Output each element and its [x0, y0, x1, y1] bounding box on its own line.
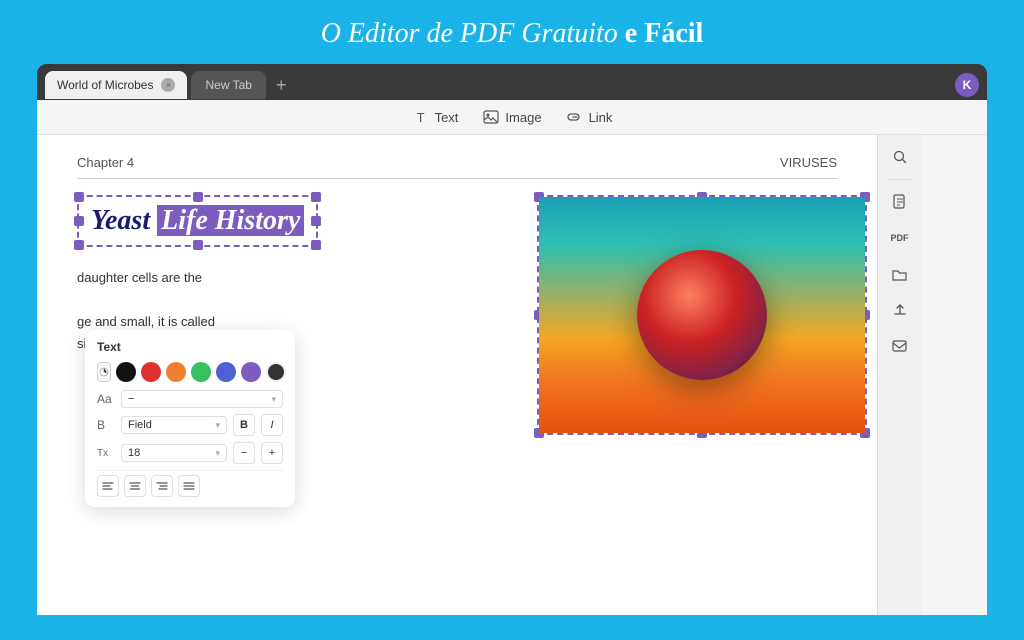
- tab-add-button[interactable]: +: [270, 75, 293, 96]
- color-green[interactable]: [191, 362, 211, 382]
- toolbar-image-button[interactable]: Image: [482, 108, 541, 126]
- sphere-circle: [637, 250, 767, 380]
- toolbar-link-button[interactable]: Link: [566, 108, 613, 126]
- chapter-label: Chapter 4: [77, 155, 134, 170]
- font-field-select[interactable]: Field ▾: [121, 416, 227, 434]
- font-size-increase-button[interactable]: +: [261, 442, 283, 464]
- handle-top-right[interactable]: [311, 192, 321, 202]
- page-heading: O Editor de PDF Gratuito e Fácil: [0, 0, 1024, 64]
- color-picker-icon[interactable]: [97, 362, 111, 382]
- page-header: Chapter 4 VIRUSES: [77, 155, 837, 179]
- panel-divider: [97, 470, 283, 471]
- sidebar-document-icon[interactable]: [886, 188, 914, 216]
- tab-new[interactable]: New Tab: [191, 71, 265, 99]
- sidebar-pdf-icon[interactable]: PDF: [886, 224, 914, 252]
- user-avatar[interactable]: K: [955, 73, 979, 97]
- text-format-panel: Text Aa − ▾: [85, 330, 295, 507]
- handle-bottom-mid[interactable]: [193, 240, 203, 250]
- title-selection-box[interactable]: Yeast Life History: [77, 195, 318, 247]
- sidebar-upload-icon[interactable]: [886, 296, 914, 324]
- bold-button[interactable]: B: [233, 414, 255, 436]
- tab-label: World of Microbes: [57, 78, 153, 92]
- sidebar-folder-icon[interactable]: [886, 260, 914, 288]
- panel-title: Text: [97, 340, 283, 354]
- toolbar-text-button[interactable]: T Text: [412, 108, 459, 126]
- bold-italic-row: B Field ▾ B I: [97, 414, 283, 436]
- color-purple[interactable]: [241, 362, 261, 382]
- sidebar-search-icon[interactable]: [886, 143, 914, 171]
- sidebar-separator: [888, 179, 912, 180]
- handle-mid-right[interactable]: [311, 216, 321, 226]
- align-center-button[interactable]: [124, 475, 146, 497]
- sphere-canvas: [539, 197, 865, 433]
- font-size-tx-label: Tx: [97, 448, 115, 459]
- color-blue[interactable]: [216, 362, 236, 382]
- font-size-row: Aa − ▾: [97, 390, 283, 408]
- link-icon: [566, 108, 584, 126]
- title-highlighted-part: Life History: [157, 205, 304, 236]
- tab-close-button[interactable]: ×: [161, 78, 175, 92]
- page-title: Yeast Life History: [91, 205, 304, 237]
- editor-toolbar: T Text Image Link: [37, 100, 987, 135]
- color-orange[interactable]: [166, 362, 186, 382]
- color-dark[interactable]: [266, 362, 286, 382]
- handle-top-mid[interactable]: [193, 192, 203, 202]
- browser-window: World of Microbes × New Tab + K T Text I…: [37, 64, 987, 615]
- handle-top-left[interactable]: [74, 192, 84, 202]
- font-size-decrease-button[interactable]: −: [233, 442, 255, 464]
- image-content: [539, 197, 865, 433]
- color-black[interactable]: [116, 362, 136, 382]
- color-red[interactable]: [141, 362, 161, 382]
- viruses-label: VIRUSES: [780, 155, 837, 170]
- browser-tabs-bar: World of Microbes × New Tab + K: [37, 64, 987, 100]
- image-icon: [482, 108, 500, 126]
- align-left-button[interactable]: [97, 475, 119, 497]
- handle-bottom-left[interactable]: [74, 240, 84, 250]
- font-size-select[interactable]: − ▾: [121, 390, 283, 408]
- title-italic-part: Yeast: [91, 205, 150, 236]
- right-sidebar: PDF: [877, 135, 921, 615]
- align-justify-button[interactable]: [178, 475, 200, 497]
- font-size-value-select[interactable]: 18 ▾: [121, 444, 227, 462]
- text-icon: T: [412, 108, 430, 126]
- sidebar-mail-icon[interactable]: [886, 332, 914, 360]
- font-size-label: Aa: [97, 392, 115, 406]
- image-selection-box[interactable]: [537, 195, 867, 435]
- font-size-number-row: Tx 18 ▾ − +: [97, 442, 283, 464]
- tab-world-of-microbes[interactable]: World of Microbes ×: [45, 71, 187, 99]
- align-right-button[interactable]: [151, 475, 173, 497]
- italic-button[interactable]: I: [261, 414, 283, 436]
- handle-bottom-right[interactable]: [311, 240, 321, 250]
- color-row: [97, 362, 283, 382]
- bold-label-prefix: B: [97, 418, 115, 432]
- handle-mid-left[interactable]: [74, 216, 84, 226]
- align-row: [97, 475, 283, 497]
- editor-main: Chapter 4 VIRUSES Yeast Life History: [37, 135, 987, 615]
